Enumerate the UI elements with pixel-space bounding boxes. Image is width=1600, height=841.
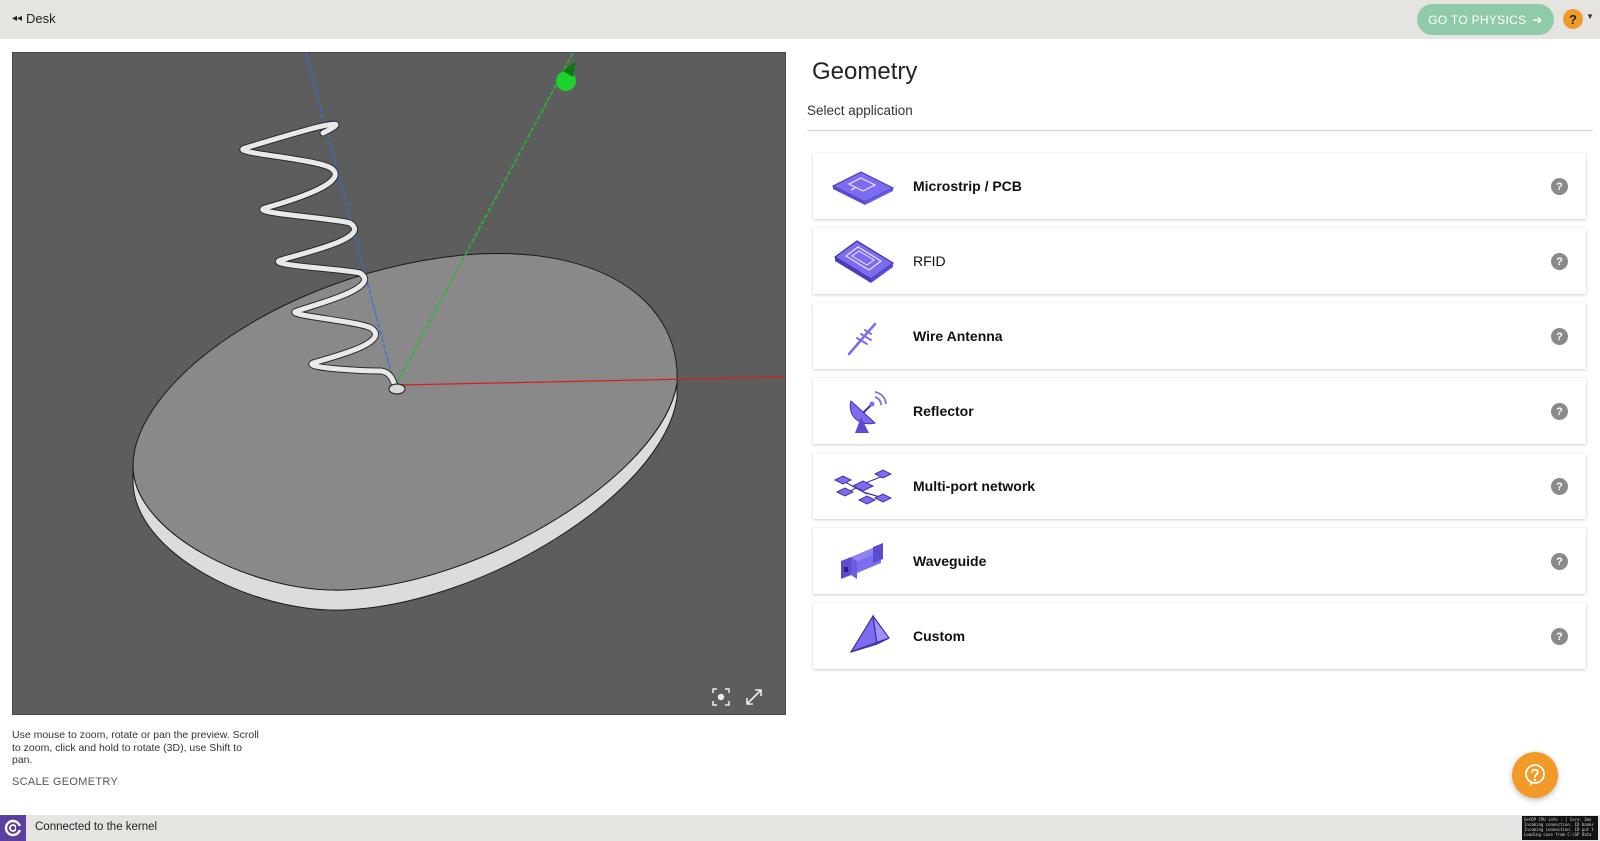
question-icon[interactable]: ? <box>1551 178 1568 195</box>
double-arrow-left-icon: ◂◂ <box>12 13 23 24</box>
top-bar: ◂◂ Desk GO TO PHYSICS ➜ ? ▼ <box>0 0 1600 39</box>
application-item-label: Microstrip / PCB <box>913 178 1022 194</box>
back-to-desk-link[interactable]: ◂◂ Desk <box>12 11 56 26</box>
reflector-icon <box>831 387 895 435</box>
fullscreen-icon[interactable] <box>744 687 764 707</box>
application-item-label: Multi-port network <box>913 478 1036 494</box>
question-icon[interactable]: ? <box>1551 553 1568 570</box>
application-item-microstrip-pcb[interactable]: Microstrip / PCB ? <box>813 153 1586 219</box>
application-item-label: Wire Antenna <box>913 328 1003 344</box>
waveguide-icon <box>831 537 895 585</box>
question-icon[interactable]: ? <box>1551 403 1568 420</box>
application-item-waveguide[interactable]: Waveguide ? <box>813 528 1586 594</box>
scale-geometry-link[interactable]: SCALE GEOMETRY <box>12 776 118 788</box>
application-item-wire-antenna[interactable]: Wire Antenna ? <box>813 303 1586 369</box>
custom-icon <box>831 612 895 660</box>
go-to-physics-button[interactable]: GO TO PHYSICS ➜ <box>1417 4 1554 35</box>
question-icon[interactable]: ? <box>1551 628 1568 645</box>
application-item-label: Custom <box>913 628 966 644</box>
console-preview[interactable]: GetDP CPU info : [ Core: 2mo Incoming co… <box>1522 816 1598 840</box>
kernel-status-text: Connected to the kernel <box>35 821 158 833</box>
chevron-down-icon[interactable]: ▼ <box>1586 12 1594 21</box>
feed-point <box>388 383 406 395</box>
app-logo-icon <box>0 815 26 841</box>
wire-antenna-icon <box>831 312 895 360</box>
help-fab-button[interactable] <box>1512 752 1558 798</box>
rfid-icon <box>831 237 895 285</box>
back-link-label: Desk <box>26 11 56 26</box>
focus-icon[interactable] <box>711 687 731 707</box>
multi-port-network-icon <box>831 462 895 510</box>
arrow-right-icon: ➜ <box>1532 12 1543 27</box>
viewer-hint-text: Use mouse to zoom, rotate or pan the pre… <box>12 729 259 766</box>
application-item-reflector[interactable]: Reflector ? <box>813 378 1586 444</box>
page-title: Geometry <box>812 58 918 85</box>
go-to-physics-label: GO TO PHYSICS <box>1428 12 1527 27</box>
application-item-label: Reflector <box>913 403 974 419</box>
application-item-custom[interactable]: Custom ? <box>813 603 1586 669</box>
question-icon[interactable]: ? <box>1551 328 1568 345</box>
application-item-label: Waveguide <box>913 553 987 569</box>
question-bubble-icon <box>1525 764 1545 786</box>
geometry-preview-viewer[interactable] <box>12 52 786 715</box>
application-item-rfid[interactable]: RFID ? <box>813 228 1586 294</box>
console-line: Loading case from C:\GP Data <box>1524 832 1592 837</box>
preview-scene <box>132 53 785 611</box>
application-item-multi-port-network[interactable]: Multi-port network ? <box>813 453 1586 519</box>
ground-plane-top <box>132 253 678 591</box>
status-bar: Connected to the kernel GetDP CPU info :… <box>0 815 1600 841</box>
application-list: Microstrip / PCB ? RFID ? Wire Antenna ? <box>813 153 1586 678</box>
help-menu-button[interactable]: ? <box>1563 9 1583 29</box>
page-subtitle: Select application <box>807 103 913 118</box>
question-icon[interactable]: ? <box>1551 478 1568 495</box>
question-icon[interactable]: ? <box>1551 253 1568 270</box>
microstrip-pcb-icon <box>831 162 895 210</box>
application-item-label: RFID <box>913 253 946 269</box>
divider <box>807 130 1593 131</box>
